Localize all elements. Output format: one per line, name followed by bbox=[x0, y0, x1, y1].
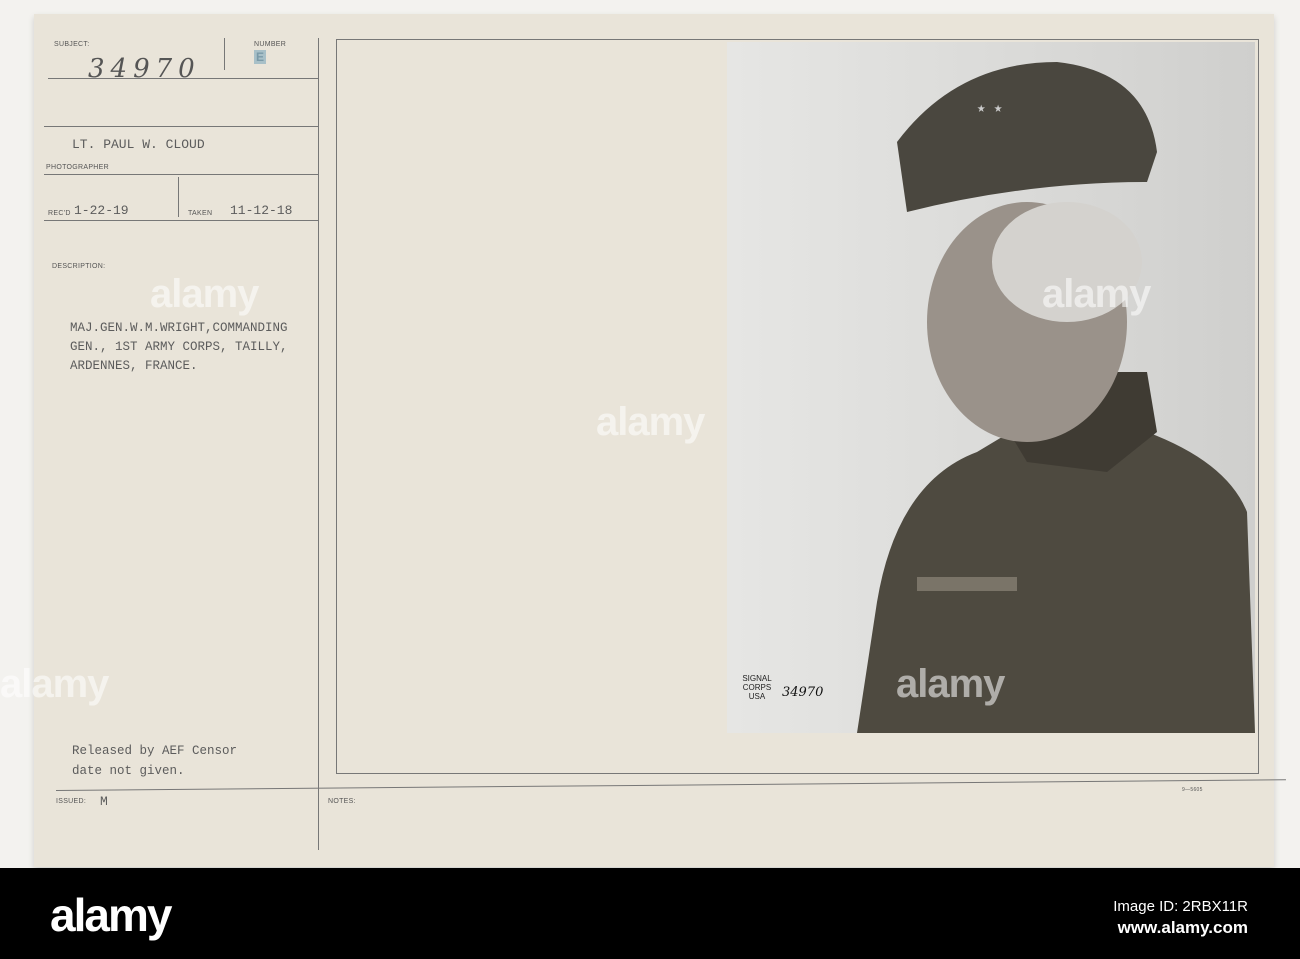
number-label: NUMBER bbox=[254, 41, 287, 48]
notes-label: NOTES: bbox=[328, 798, 356, 805]
subject-value: 34970 bbox=[88, 54, 201, 84]
svg-text:★ ★: ★ ★ bbox=[977, 101, 1003, 117]
recd-label: REC'D bbox=[48, 210, 71, 217]
footer-bar: alamy Image ID: 2RBX11R www.alamy.com bbox=[0, 868, 1300, 959]
watermark: alamy bbox=[896, 662, 1005, 706]
number-value: E bbox=[254, 50, 267, 64]
release-note: Released by AEF Censor date not given. bbox=[72, 744, 238, 778]
alamy-url[interactable]: www.alamy.com bbox=[1118, 918, 1248, 938]
stamp-number: 34970 bbox=[782, 685, 824, 700]
form-number: 9—5605 bbox=[1182, 787, 1203, 793]
photographer-value: LT. PAUL W. CLOUD bbox=[72, 137, 205, 152]
signal-corps-stamp: SIGNAL CORPS USA bbox=[742, 674, 772, 701]
issued-value: M bbox=[100, 794, 108, 809]
portrait-photo: ★ ★ SIGNAL CORPS USA 34970 bbox=[727, 42, 1255, 733]
taken-label: TAKEN bbox=[188, 210, 213, 217]
watermark: alamy bbox=[1042, 272, 1151, 316]
image-id: Image ID: 2RBX11R bbox=[1113, 898, 1248, 915]
alamy-logo[interactable]: alamy bbox=[50, 888, 172, 942]
watermark: alamy bbox=[0, 662, 109, 706]
description-label: DESCRIPTION: bbox=[52, 263, 106, 270]
issued-label: ISSUED: bbox=[56, 798, 87, 805]
taken-value: 11-12-18 bbox=[230, 203, 293, 218]
recd-value: 1-22-19 bbox=[74, 203, 129, 218]
watermark: alamy bbox=[596, 400, 705, 444]
portrait-figure: ★ ★ bbox=[857, 62, 1255, 733]
photographer-label: PHOTOGRAPHER bbox=[46, 164, 109, 171]
description-text: MAJ.GEN.W.M.WRIGHT,COMMANDING GEN., 1ST … bbox=[70, 321, 288, 373]
subject-label: SUBJECT: bbox=[54, 41, 90, 48]
watermark: alamy bbox=[150, 272, 259, 316]
